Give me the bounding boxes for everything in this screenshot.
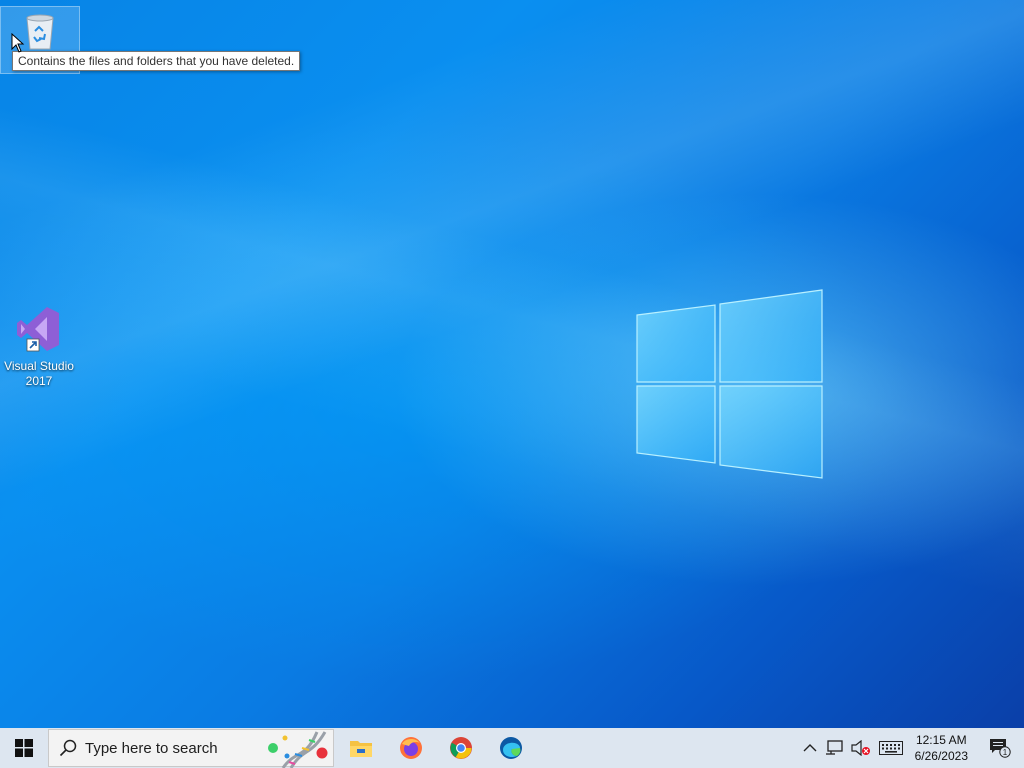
search-box[interactable]: Type here to search [48,729,334,768]
network-button[interactable] [821,728,847,768]
tooltip: Contains the files and folders that you … [12,51,301,71]
clock[interactable]: 12:15 AM 6/26/2023 [907,728,976,768]
network-icon [825,740,843,755]
visual-studio-desktop-icon[interactable]: Visual Studio 2017 [0,304,78,389]
action-center-button[interactable]: 1 [976,728,1024,768]
volume-muted-icon [851,740,870,756]
wallpaper-light-beam [0,0,1024,728]
volume-button[interactable] [847,728,875,768]
chrome-icon [450,737,472,759]
search-icon [59,739,77,757]
clock-time: 12:15 AM [915,733,967,747]
recycle-bin-icon [26,14,54,50]
search-placeholder: Type here to search [85,739,218,757]
chevron-up-icon [803,744,817,752]
windows-logo-wallpaper [636,289,823,479]
taskbar: Type here to search 12:15 AM 6/26/2023 1 [0,728,1024,768]
mouse-cursor-icon [11,33,25,53]
file-explorer-icon [350,741,372,757]
visual-studio-icon [17,307,59,352]
show-hidden-icons-button[interactable] [799,728,821,768]
edge-button[interactable] [486,728,536,768]
start-button[interactable] [0,728,48,768]
desktop[interactable]: Contains the files and folders that you … [0,0,1024,728]
firefox-icon [400,737,422,759]
keyboard-icon [878,741,903,755]
clock-date: 6/26/2023 [914,749,968,763]
touch-keyboard-button[interactable] [875,728,907,768]
chrome-button[interactable] [436,728,486,768]
wallpaper-light-beam [0,0,1024,728]
edge-icon [500,737,522,759]
visual-studio-label: Visual Studio 2017 [4,359,74,388]
notification-icon: 1 [990,739,1011,758]
firefox-button[interactable] [386,728,436,768]
notification-count: 1 [1003,748,1008,757]
file-explorer-button[interactable] [336,728,386,768]
search-highlight-dna-icon [268,731,328,768]
windows-start-icon [15,739,33,757]
system-tray: 12:15 AM 6/26/2023 1 [799,728,1024,768]
